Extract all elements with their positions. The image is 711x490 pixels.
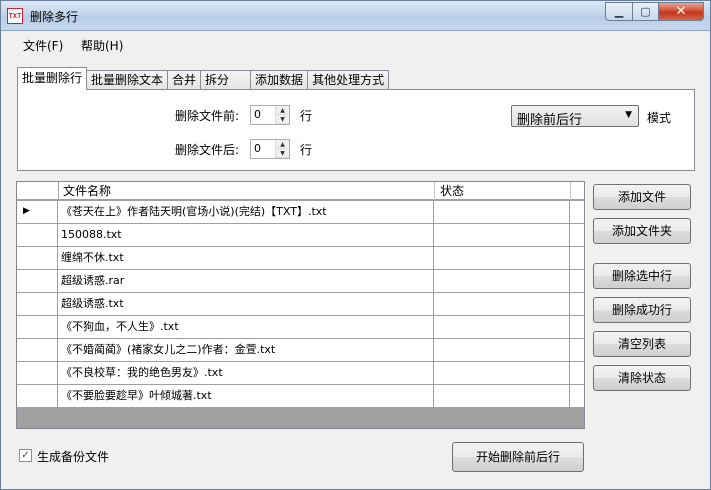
table-row[interactable]: ▶ 《苍天在上》作者陆天明(官场小说)(完结)【TXT】.txt bbox=[17, 201, 584, 224]
mode-select[interactable]: 删除前后行 ▼ bbox=[511, 105, 639, 128]
delete-before-stepper[interactable]: 0 ▲ ▼ bbox=[250, 105, 290, 125]
table-row[interactable]: 超级诱惑.txt bbox=[17, 293, 584, 316]
tab-batch-delete-text[interactable]: 批量删除文本 bbox=[86, 70, 169, 90]
cell-status[interactable] bbox=[435, 224, 570, 246]
cell-filename[interactable]: 超级诱惑.rar bbox=[59, 270, 434, 292]
table-row[interactable]: 《不狗血，不人生》.txt bbox=[17, 316, 584, 339]
cell-filename[interactable]: 《不要脸要趁早》叶倾城著.txt bbox=[59, 385, 434, 407]
mode-select-value: 删除前后行 bbox=[517, 113, 583, 128]
chevron-down-icon: ▼ bbox=[625, 110, 632, 120]
tab-batch-delete-lines[interactable]: 批量删除行 bbox=[17, 67, 88, 90]
row-header[interactable] bbox=[17, 316, 58, 338]
cell-filename[interactable]: 超级诱惑.txt bbox=[59, 293, 434, 315]
up-arrow-icon[interactable]: ▲ bbox=[276, 106, 289, 115]
menu-help[interactable]: 帮助(H) bbox=[81, 37, 123, 54]
cell-status[interactable] bbox=[435, 362, 570, 384]
tab-other-methods[interactable]: 其他处理方式 bbox=[307, 70, 390, 90]
tab-panel-batch-delete-lines: 删除文件前: 0 ▲ ▼ 行 删除文件后: 0 ▲ ▼ 行 删除前后行 ▼ 模式 bbox=[17, 89, 695, 171]
cell-filename[interactable]: 《不婚蔺蔺》(褚家女儿之二)作者：金萱.txt bbox=[59, 339, 434, 361]
main-window: TXT 删除多行 ▁ ▢ ✕ 文件(F) 帮助(H) 批量删除行 批量删除文本 … bbox=[0, 0, 711, 490]
cell-status[interactable] bbox=[435, 293, 570, 315]
delete-after-label: 删除文件后: bbox=[175, 143, 240, 157]
delete-before-label: 删除文件前: bbox=[175, 109, 240, 123]
tab-add-data[interactable]: 添加数据 bbox=[250, 70, 309, 90]
row-header[interactable] bbox=[17, 385, 58, 407]
cell-filename[interactable]: 150088.txt bbox=[59, 224, 434, 246]
window-controls: ▁ ▢ ✕ bbox=[605, 2, 704, 21]
backup-label[interactable]: 生成备份文件 bbox=[37, 448, 109, 465]
start-button[interactable]: 开始删除前后行 bbox=[452, 442, 584, 472]
row-header[interactable]: ▶ bbox=[17, 201, 58, 223]
clear-list-button[interactable]: 清空列表 bbox=[593, 331, 691, 357]
maximize-icon: ▢ bbox=[640, 5, 651, 18]
delete-before-arrows: ▲ ▼ bbox=[275, 106, 289, 124]
grid-header-corner bbox=[58, 182, 59, 200]
column-header-filename[interactable]: 文件名称 bbox=[63, 182, 435, 200]
row-header[interactable] bbox=[17, 339, 58, 361]
up-arrow-icon[interactable]: ▲ bbox=[276, 140, 289, 149]
title-bar[interactable]: TXT 删除多行 ▁ ▢ ✕ bbox=[1, 1, 710, 31]
table-row[interactable]: 《不良校草：我的绝色男友》.txt bbox=[17, 362, 584, 385]
delete-after-arrows: ▲ ▼ bbox=[275, 140, 289, 158]
minimize-button[interactable]: ▁ bbox=[605, 2, 632, 21]
delete-after-value[interactable]: 0 bbox=[254, 142, 261, 155]
tab-strip: 批量删除行 批量删除文本 合并 拆分 添加数据 其他处理方式 bbox=[17, 67, 390, 90]
row-header[interactable] bbox=[17, 224, 58, 246]
delete-after-unit: 行 bbox=[300, 143, 313, 157]
cell-status[interactable] bbox=[435, 339, 570, 361]
mode-label: 模式 bbox=[647, 111, 672, 125]
clear-status-button[interactable]: 清除状态 bbox=[593, 365, 691, 391]
menu-file[interactable]: 文件(F) bbox=[23, 37, 63, 54]
tab-split[interactable]: 拆分 bbox=[200, 70, 252, 90]
menu-bar: 文件(F) 帮助(H) bbox=[1, 32, 710, 56]
table-row[interactable]: 超级诱惑.rar bbox=[17, 270, 584, 293]
grid-header: 文件名称 状态 bbox=[17, 182, 584, 200]
delete-before-unit: 行 bbox=[300, 109, 313, 123]
cell-status[interactable] bbox=[435, 270, 570, 292]
window-title: 删除多行 bbox=[30, 10, 79, 24]
close-button[interactable]: ✕ bbox=[658, 2, 704, 21]
file-grid[interactable]: 文件名称 状态 ▶ 《苍天在上》作者陆天明(官场小说)(完结)【TXT】.txt 1… bbox=[16, 181, 585, 429]
backup-checkbox[interactable]: ✓ bbox=[19, 449, 32, 462]
cell-status[interactable] bbox=[435, 316, 570, 338]
minimize-icon: ▁ bbox=[614, 5, 624, 18]
add-file-button[interactable]: 添加文件 bbox=[593, 184, 691, 210]
row-header[interactable] bbox=[17, 270, 58, 292]
column-header-status[interactable]: 状态 bbox=[440, 182, 571, 200]
cell-status[interactable] bbox=[435, 385, 570, 407]
cell-status[interactable] bbox=[435, 201, 570, 223]
delete-after-stepper[interactable]: 0 ▲ ▼ bbox=[250, 139, 290, 159]
row-header[interactable] bbox=[17, 293, 58, 315]
current-row-icon: ▶ bbox=[23, 206, 30, 216]
checkmark-icon: ✓ bbox=[21, 450, 30, 461]
add-folder-button[interactable]: 添加文件夹 bbox=[593, 218, 691, 244]
cell-filename[interactable]: 《不良校草：我的绝色男友》.txt bbox=[59, 362, 434, 384]
table-row[interactable]: 《不要脸要趁早》叶倾城著.txt bbox=[17, 385, 584, 408]
close-icon: ✕ bbox=[675, 4, 687, 19]
table-row[interactable]: 150088.txt bbox=[17, 224, 584, 247]
down-arrow-icon[interactable]: ▼ bbox=[276, 115, 289, 124]
row-header[interactable] bbox=[17, 362, 58, 384]
tab-merge[interactable]: 合并 bbox=[167, 70, 202, 90]
row-header[interactable] bbox=[17, 247, 58, 269]
down-arrow-icon[interactable]: ▼ bbox=[276, 149, 289, 158]
delete-selected-button[interactable]: 删除选中行 bbox=[593, 263, 691, 289]
table-row[interactable]: 《不婚蔺蔺》(褚家女儿之二)作者：金萱.txt bbox=[17, 339, 584, 362]
cell-filename[interactable]: 缠绵不休.txt bbox=[59, 247, 434, 269]
cell-filename[interactable]: 《不狗血，不人生》.txt bbox=[59, 316, 434, 338]
maximize-button[interactable]: ▢ bbox=[632, 2, 658, 21]
cell-status[interactable] bbox=[435, 247, 570, 269]
cell-filename[interactable]: 《苍天在上》作者陆天明(官场小说)(完结)【TXT】.txt bbox=[59, 201, 434, 223]
table-row[interactable]: 缠绵不休.txt bbox=[17, 247, 584, 270]
delete-before-value[interactable]: 0 bbox=[254, 108, 261, 121]
app-icon: TXT bbox=[7, 8, 23, 24]
delete-success-button[interactable]: 删除成功行 bbox=[593, 297, 691, 323]
